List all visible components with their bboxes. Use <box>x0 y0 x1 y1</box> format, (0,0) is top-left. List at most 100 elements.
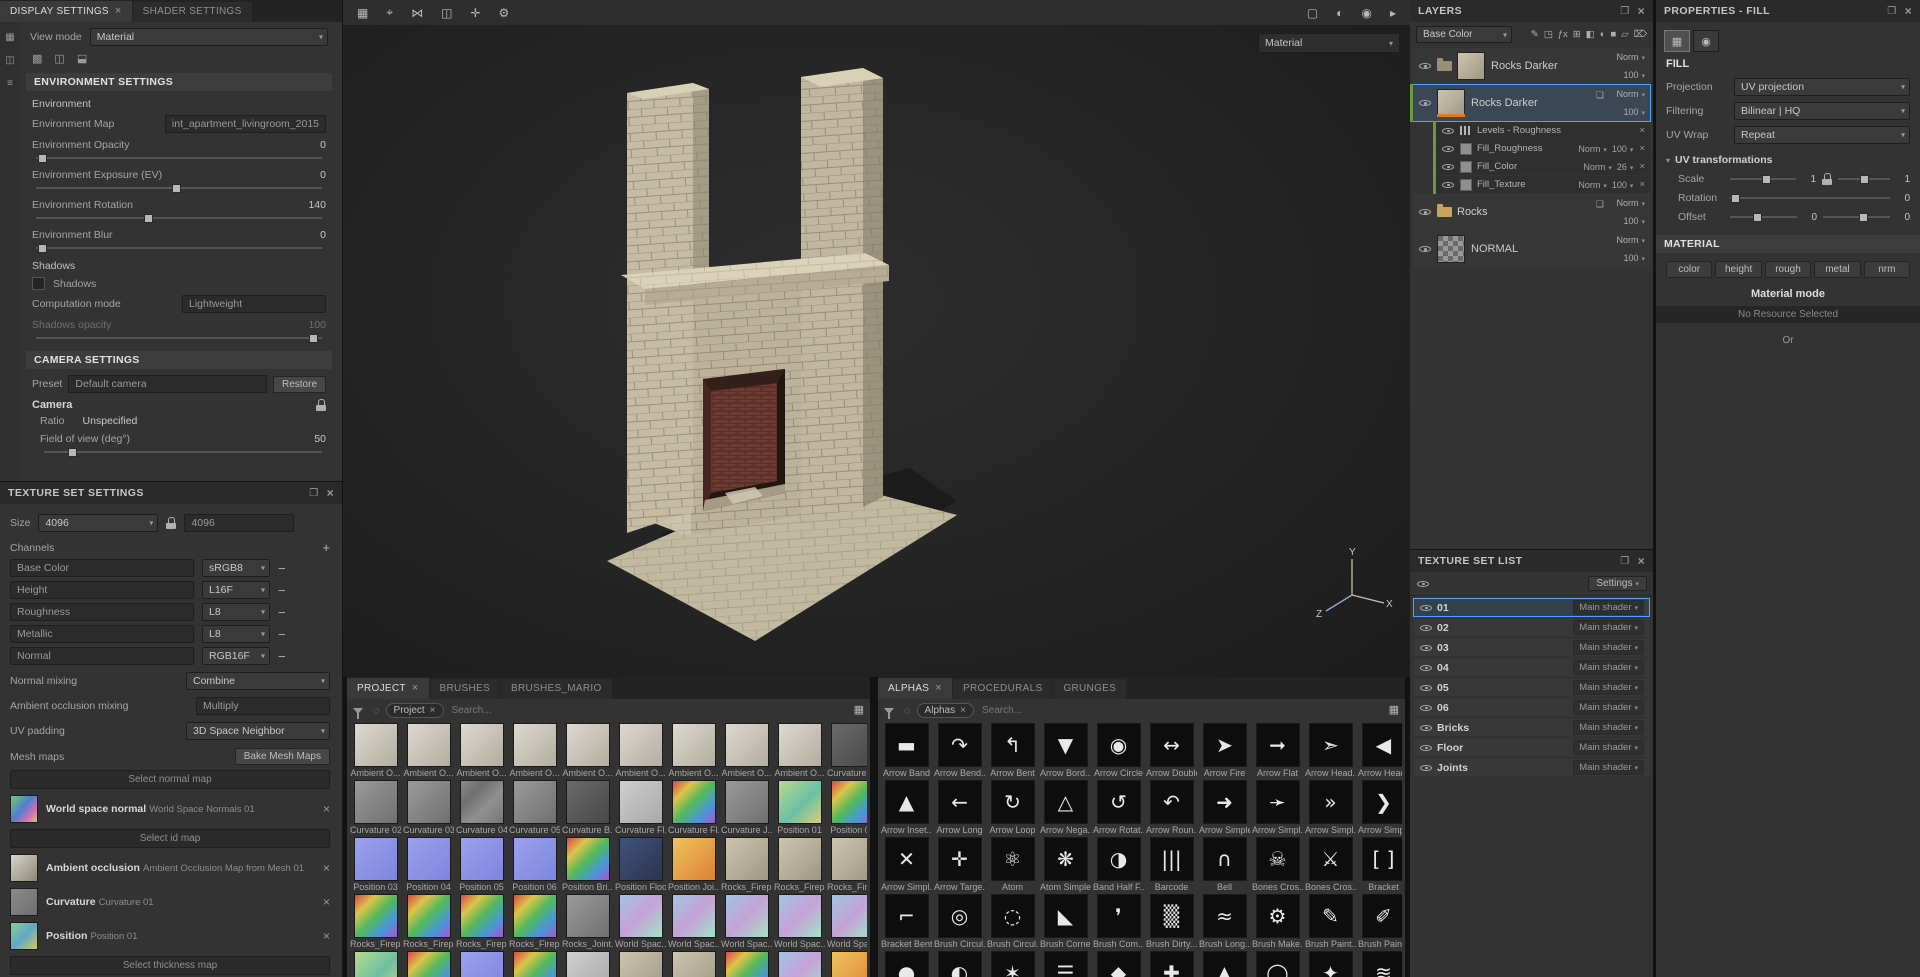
shelf-resource[interactable] <box>668 951 719 977</box>
visibility-eye-icon[interactable] <box>1418 206 1432 218</box>
layer-row[interactable]: Rocks ❏ Norm ▾ 100 ▾ <box>1413 194 1650 230</box>
view-mode-dropdown[interactable]: Material <box>89 28 328 46</box>
shelf-resource[interactable]: ◑ Band Half F... <box>1093 837 1144 894</box>
refresh-icon[interactable]: ◌ <box>904 705 911 717</box>
offset-u-slider[interactable] <box>1730 212 1797 222</box>
viewport-3d[interactable]: Material ▾ Y X Z <box>343 25 1410 677</box>
shader-dropdown[interactable]: Main shader ▾ <box>1573 620 1644 635</box>
visibility-eye-icon[interactable] <box>1416 578 1430 590</box>
scale-u-slider[interactable] <box>1730 174 1796 184</box>
channel-name-field[interactable]: Roughness <box>10 603 194 621</box>
computation-mode-field[interactable]: Lightweight <box>182 295 326 313</box>
slider[interactable] <box>36 213 322 223</box>
shader-dropdown[interactable]: Main shader ▾ <box>1573 760 1644 775</box>
shelf-resource[interactable]: World Spac... <box>615 894 666 951</box>
scale-v-slider[interactable] <box>1838 174 1890 184</box>
panel-tab[interactable]: SHADER SETTINGS <box>132 2 252 22</box>
shelf-resource[interactable]: ⌐ Bracket Bent <box>881 894 932 951</box>
shelf-resource[interactable]: ● <box>881 951 932 977</box>
video-icon[interactable]: ◫ <box>54 52 64 65</box>
close-icon[interactable]: × <box>1639 161 1645 172</box>
shader-dropdown[interactable]: Main shader ▾ <box>1573 660 1644 675</box>
slider[interactable] <box>36 153 322 163</box>
visibility-eye-icon[interactable] <box>1418 60 1432 72</box>
layer-row[interactable]: Fill_Roughness ❏ Norm▾ 100▾ × <box>1433 139 1650 158</box>
shelf-resource[interactable]: ↔ Arrow Double <box>1146 723 1197 780</box>
add-fill-layer-icon[interactable]: ◧ <box>1586 29 1595 40</box>
slider[interactable] <box>36 243 322 253</box>
panel-tab[interactable]: PROCEDURALS <box>953 679 1053 699</box>
shelf-resource[interactable]: ◌ Brush Circul... <box>987 894 1038 951</box>
shelf-resource[interactable]: Rocks_Firep... <box>774 837 825 894</box>
shader-dropdown[interactable]: Main shader ▾ <box>1573 720 1644 735</box>
texture-set-row[interactable]: 01 Main shader ▾ <box>1413 598 1650 617</box>
channel-name-field[interactable]: Height <box>10 581 194 599</box>
shelf-resource[interactable]: Rocks_Firep... <box>827 837 867 894</box>
shader-dropdown[interactable]: Main shader ▾ <box>1573 680 1644 695</box>
layer-row[interactable]: Fill_Texture ❏ Norm▾ 100▾ × <box>1433 175 1650 194</box>
shelf-resource[interactable]: Ambient O... <box>403 723 454 780</box>
texture-set-row[interactable]: 02 Main shader ▾ <box>1414 619 1649 636</box>
ao-mixing-field[interactable]: Multiply <box>196 697 330 715</box>
panel-tab[interactable]: BRUSHES_MARIO <box>500 679 612 699</box>
select-normal-map-button[interactable]: Select normal map <box>10 770 330 789</box>
restore-button[interactable]: Restore <box>272 375 326 393</box>
layer-row[interactable]: Rocks Darker ❏ Norm▾ 100▾ <box>1413 48 1650 84</box>
shelf-resource[interactable]: Ambient O... <box>774 723 825 780</box>
layer-row[interactable]: NORMAL ❏ Norm▾ 100▾ <box>1413 231 1650 267</box>
shelf-resource[interactable]: World Spac... <box>668 894 719 951</box>
float-panel-icon[interactable] <box>1887 6 1896 17</box>
shelf-resource[interactable]: ≋ <box>1358 951 1402 977</box>
mesh-map-entry[interactable]: World space normal World Space Normals 0… <box>10 795 330 823</box>
visibility-eye-icon[interactable] <box>1441 161 1455 173</box>
shelf-resource[interactable]: ↺ Arrow Rotat... <box>1093 780 1144 837</box>
mesh-map-entry[interactable]: Ambient occlusion Ambient Occlusion Map … <box>10 854 330 882</box>
shelf-resource[interactable]: ⚙ Brush Make... <box>1252 894 1303 951</box>
shelf-resource[interactable] <box>456 951 507 977</box>
filter-icon[interactable] <box>884 707 894 719</box>
shelf-resource[interactable]: ⚛ Atom <box>987 837 1038 894</box>
shelf-resource[interactable]: Ambient O... <box>350 723 401 780</box>
shelf-resource[interactable]: ◎ Brush Circul... <box>934 894 985 951</box>
shader-dropdown[interactable]: Main shader ▾ <box>1573 700 1644 715</box>
visibility-eye-icon[interactable] <box>1419 762 1433 774</box>
shelf-resource[interactable] <box>562 951 613 977</box>
table-icon[interactable]: ▦ <box>357 6 368 20</box>
shelf-resource[interactable] <box>774 951 825 977</box>
close-icon[interactable]: × <box>323 861 330 875</box>
shelf-resource[interactable]: ❋ Atom Simple <box>1040 837 1091 894</box>
shelf-resource[interactable]: Ambient O... <box>562 723 613 780</box>
slider-handle[interactable] <box>309 334 319 343</box>
channel-color-button[interactable]: color <box>1666 261 1713 278</box>
shelf-resource[interactable]: ↰ Arrow Bent <box>987 723 1038 780</box>
shelf-resource[interactable]: ◣ Brush Corner <box>1040 894 1091 951</box>
shelf-resource[interactable]: ➜ Arrow Simple <box>1199 780 1250 837</box>
remove-channel-icon[interactable] <box>278 583 286 598</box>
search-input[interactable] <box>979 704 1399 717</box>
shelf-resource[interactable] <box>615 951 666 977</box>
slider-handle[interactable] <box>37 244 47 253</box>
blend-mode-dropdown[interactable]: Norm ▾ <box>1616 198 1645 208</box>
remove-channel-icon[interactable] <box>278 649 286 664</box>
float-panel-icon[interactable] <box>1620 6 1629 17</box>
shelf-resource[interactable]: ◀ Arrow Head... <box>1358 723 1402 780</box>
rotation-slider[interactable] <box>1730 193 1890 203</box>
search-input[interactable] <box>449 704 864 717</box>
blend-mode-dropdown[interactable]: Norm ▾ <box>1616 89 1645 99</box>
shelf-resource[interactable]: Curvature J... <box>721 780 772 837</box>
blend-mode-dropdown[interactable]: Norm ▾ <box>1578 144 1607 154</box>
shelf-resource[interactable]: ➣ Arrow Head... <box>1305 723 1356 780</box>
shelf-resource[interactable]: Curvature B... <box>562 780 613 837</box>
shelf-resource[interactable]: ◯ <box>1252 951 1303 977</box>
environment-map-value[interactable]: int_apartment_livingroom_2015 <box>164 115 326 133</box>
texture-set-row[interactable]: 04 Main shader ▾ <box>1414 659 1649 676</box>
visibility-eye-icon[interactable] <box>1441 125 1455 137</box>
visibility-eye-icon[interactable] <box>1419 642 1433 654</box>
shader-dropdown[interactable]: Main shader ▾ <box>1573 600 1644 615</box>
panel-tab[interactable]: GRUNGES <box>1053 679 1127 699</box>
snapshot-icon[interactable]: ⬓ <box>77 52 87 65</box>
blend-mode-dropdown[interactable]: Norm ▾ <box>1616 52 1645 62</box>
add-folder-icon[interactable]: ▱ <box>1621 29 1628 40</box>
layers-channel-dropdown[interactable]: Base Color <box>1416 26 1512 43</box>
shelf-resource[interactable]: Curvature Fl... <box>668 780 719 837</box>
